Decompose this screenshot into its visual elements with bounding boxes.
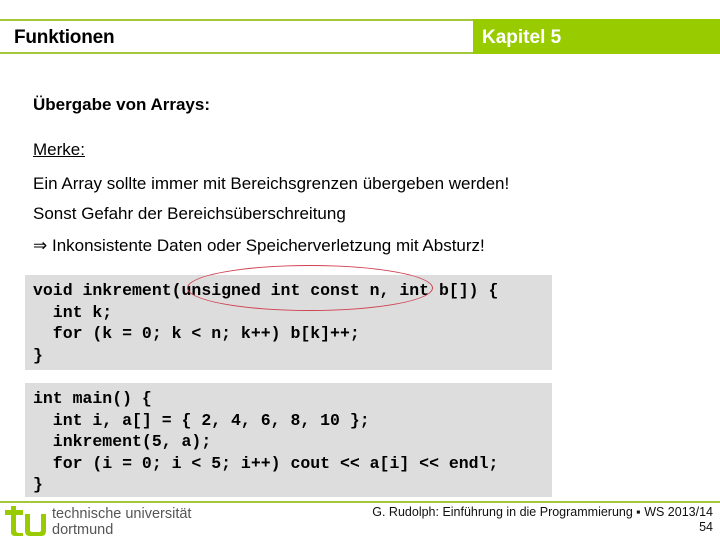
header-chapter-bar: Kapitel 5 <box>473 19 720 54</box>
footer-credit: G. Rudolph: Einführung in die Programmie… <box>372 505 713 519</box>
university-name-line2: dortmund <box>52 522 114 538</box>
university-name: technische universität dortmund <box>52 506 191 538</box>
university-name-line1: technische universität <box>52 506 192 522</box>
merke-label: Merke: <box>33 140 85 159</box>
text-line: Sonst Gefahr der Bereichsüberschreitung <box>33 204 346 223</box>
chapter-label: Kapitel 5 <box>482 27 562 48</box>
code-block-main: int main() { int i, a[] = { 2, 4, 6, 8, … <box>25 383 552 497</box>
text-line-implication: ⇒ Inkonsistente Daten oder Speicherverle… <box>33 236 485 255</box>
slide-heading: Übergabe von Arrays: <box>33 95 210 114</box>
page-number: 54 <box>699 520 713 534</box>
header-title-bar: Funktionen <box>0 19 473 54</box>
slide-section-title: Funktionen <box>14 27 115 48</box>
code-block-inkrement: void inkrement(unsigned int const n, int… <box>25 275 552 370</box>
footer-divider <box>0 501 720 503</box>
tu-logo-icon <box>5 506 46 536</box>
text-line: Ein Array sollte immer mit Bereichsgrenz… <box>33 174 510 193</box>
